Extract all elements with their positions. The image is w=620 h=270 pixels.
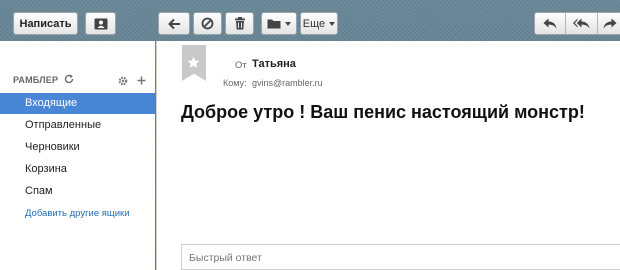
more-button[interactable]: Еще (300, 12, 338, 35)
message-view: От Татьяна Кому: gvins@rambler.ru Доброе… (156, 41, 620, 270)
sidebar-item-spam[interactable]: Спам (0, 181, 155, 202)
chevron-down-icon (285, 21, 291, 26)
recipient-address: gvins@rambler.ru (252, 78, 323, 88)
quick-reply-field[interactable]: Быстрый ответ (181, 244, 620, 270)
compose-button[interactable]: Написать (13, 12, 78, 35)
move-to-folder-button[interactable] (261, 12, 297, 35)
from-label: От (235, 60, 247, 71)
message-subject: Доброе утро ! Ваш пенис настоящий монстр… (181, 102, 585, 122)
forward-button[interactable] (597, 18, 620, 29)
sidebar-item-trash[interactable]: Корзина (0, 159, 155, 180)
contacts-button[interactable] (85, 12, 116, 35)
folder-icon (267, 19, 281, 29)
contacts-card-icon (94, 18, 107, 29)
reply-button[interactable] (535, 18, 565, 29)
account-title: РАМБЛЕР (13, 74, 74, 85)
trash-icon (234, 17, 245, 30)
delete-button[interactable] (225, 12, 254, 35)
divider (597, 13, 598, 34)
sidebar-item-inbox[interactable]: Входящие (0, 93, 155, 114)
block-icon (201, 17, 214, 30)
sidebar-item-sent[interactable]: Отправленные (0, 115, 155, 136)
arrow-left-icon (167, 18, 180, 29)
divider (565, 13, 566, 34)
sender-name[interactable]: Татьяна (252, 58, 296, 70)
more-label: Еще (302, 17, 326, 30)
sidebar-item-drafts[interactable]: Черновики (0, 137, 155, 158)
spam-button[interactable] (193, 12, 222, 35)
watermark: pikabu.ru (583, 259, 616, 268)
account-label: РАМБЛЕР (13, 75, 59, 85)
forward-icon (603, 18, 617, 29)
gear-icon[interactable] (118, 76, 128, 86)
reply-icon (543, 18, 557, 29)
reply-all-button[interactable] (565, 18, 597, 29)
to-label: Кому: (223, 78, 247, 88)
chevron-down-icon (329, 21, 336, 26)
add-mailbox-link[interactable]: Добавить другие ящики (25, 208, 130, 219)
reply-group (534, 12, 620, 35)
back-button[interactable] (158, 12, 190, 35)
sidebar: РАМБЛЕР Входящие Отправленные Черновики … (0, 41, 155, 270)
reply-all-icon (572, 18, 589, 29)
quick-reply-placeholder: Быстрый ответ (189, 252, 262, 264)
star-icon[interactable] (187, 56, 200, 69)
add-icon[interactable] (137, 76, 146, 85)
refresh-icon[interactable] (64, 74, 74, 84)
